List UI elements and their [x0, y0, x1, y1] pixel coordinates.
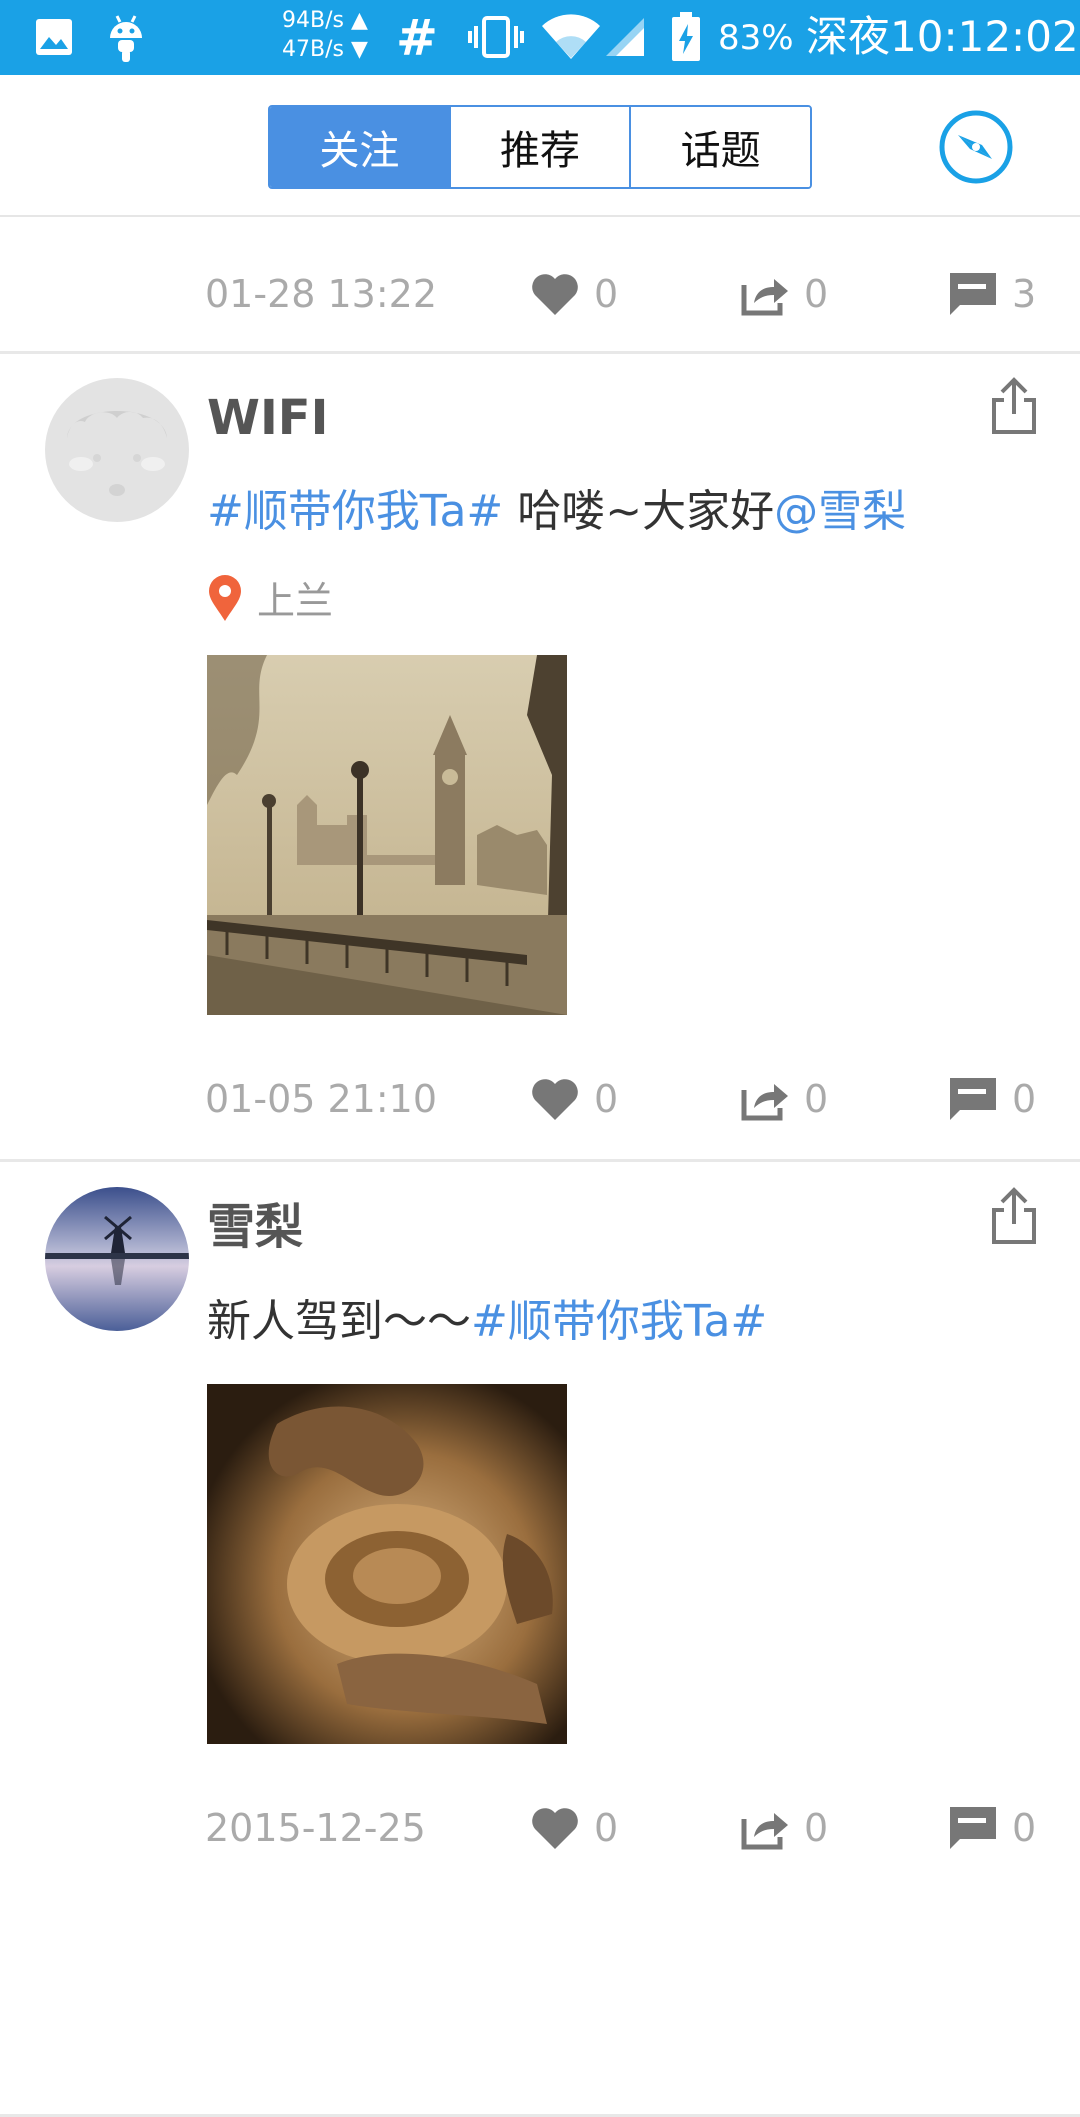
- clock: 深夜10:12:02: [806, 12, 1079, 61]
- comment-count: 3: [1012, 272, 1037, 316]
- upload-share-icon[interactable]: [990, 376, 1038, 436]
- compass-icon[interactable]: [938, 109, 1014, 185]
- like-count: 0: [594, 1077, 619, 1121]
- vibrate-icon: [468, 16, 524, 58]
- tab-topics[interactable]: 话题: [629, 107, 810, 187]
- comment-button[interactable]: 0: [948, 1798, 1036, 1858]
- username[interactable]: 雪梨: [207, 1197, 303, 1257]
- avatar[interactable]: [45, 1187, 189, 1331]
- comment-button[interactable]: 0: [948, 1069, 1036, 1129]
- net-down-speed: 94B/s: [282, 8, 344, 33]
- status-bar: 94B/s ▲ 47B/s ▼ # 83% 深夜10:12:02: [0, 0, 1080, 75]
- post-content: 新人驾到～～#顺带你我Ta#: [207, 1292, 767, 1352]
- post-date: 2015-12-25: [205, 1806, 426, 1850]
- comment-icon: [950, 1807, 996, 1849]
- post-text: 新人驾到～～: [207, 1296, 471, 1347]
- share-arrow-icon: [741, 279, 788, 316]
- network-speed: 94B/s ▲ 47B/s ▼: [282, 8, 368, 62]
- post-footer: 01-28 13:22 0 0 3: [0, 254, 1080, 334]
- android-notification-icon: [110, 15, 142, 62]
- share-button[interactable]: 0: [740, 1069, 828, 1129]
- share-count: 0: [804, 272, 829, 316]
- heart-icon: [532, 1079, 578, 1120]
- share-button[interactable]: 0: [740, 1798, 828, 1858]
- location-name: 上兰: [257, 579, 334, 623]
- post-footer: 2015-12-25 0 0 0: [0, 1788, 1080, 1868]
- avatar[interactable]: [45, 378, 189, 522]
- like-button[interactable]: 0: [530, 264, 618, 324]
- like-count: 0: [594, 272, 619, 316]
- cell-signal-icon: [606, 18, 644, 56]
- comment-button[interactable]: 3: [948, 264, 1036, 324]
- heart-icon: [532, 274, 578, 315]
- post-footer: 01-05 21:10 0 0 0: [0, 1059, 1080, 1139]
- hashtag-link[interactable]: #顺带你我Ta#: [471, 1296, 767, 1347]
- net-up-speed: 47B/s: [282, 37, 344, 62]
- tab-recommended[interactable]: 推荐: [448, 107, 630, 187]
- username[interactable]: WIFI: [207, 388, 328, 448]
- post-text: 哈喽~大家好: [503, 486, 775, 537]
- header: 关注 推荐 话题: [0, 75, 1080, 217]
- comment-icon: [950, 273, 996, 315]
- london-big-ben-photo: [207, 655, 567, 1015]
- share-button[interactable]: 0: [740, 264, 828, 324]
- upload-share-icon[interactable]: [990, 1186, 1038, 1246]
- feed-tab-switcher: 关注 推荐 话题: [268, 105, 812, 189]
- post-date: 01-05 21:10: [205, 1077, 438, 1121]
- wifi-icon: [542, 14, 600, 59]
- like-count: 0: [594, 1806, 619, 1850]
- like-button[interactable]: 0: [530, 1069, 618, 1129]
- heart-icon: [532, 1808, 578, 1849]
- share-count: 0: [804, 1077, 829, 1121]
- post-image[interactable]: [207, 1384, 567, 1744]
- battery-percent: 83%: [718, 18, 794, 58]
- post-image[interactable]: [207, 655, 567, 1015]
- pottery-wheel-photo: [207, 1384, 567, 1744]
- like-button[interactable]: 0: [530, 1798, 618, 1858]
- comment-count: 0: [1012, 1806, 1037, 1850]
- battery-charging-icon: [672, 12, 700, 61]
- tab-following[interactable]: 关注: [270, 107, 449, 187]
- hash-notification-icon: #: [396, 9, 438, 67]
- default-avatar-icon: [45, 378, 189, 522]
- location-pin-icon: [209, 574, 241, 621]
- divider: [0, 351, 1080, 354]
- gallery-notification-icon: [36, 19, 72, 55]
- post-location[interactable]: 上兰: [207, 570, 333, 625]
- share-count: 0: [804, 1806, 829, 1850]
- post-date: 01-28 13:22: [205, 272, 438, 316]
- divider: [0, 1159, 1080, 1162]
- hashtag-link[interactable]: #顺带你我Ta#: [207, 486, 503, 537]
- share-arrow-icon: [741, 1084, 788, 1121]
- windmill-avatar-photo: [45, 1187, 189, 1331]
- comment-icon: [950, 1078, 996, 1120]
- share-arrow-icon: [741, 1813, 788, 1850]
- mention-link[interactable]: @雪梨: [774, 486, 906, 537]
- comment-count: 0: [1012, 1077, 1037, 1121]
- post-content: #顺带你我Ta# 哈喽~大家好@雪梨: [207, 482, 906, 542]
